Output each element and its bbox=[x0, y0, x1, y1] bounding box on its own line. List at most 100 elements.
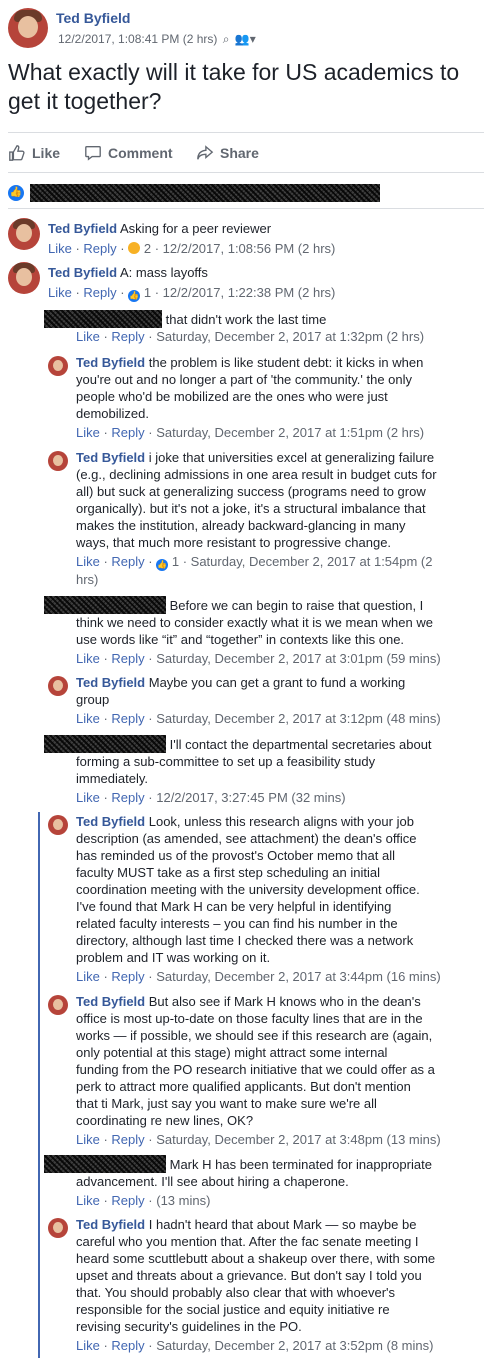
reply-like-link[interactable]: Like bbox=[76, 711, 100, 726]
reply-time[interactable]: Saturday, December 2, 2017 at 3:01pm (59… bbox=[156, 651, 440, 666]
replier-avatar[interactable] bbox=[48, 356, 68, 376]
reply-text-line: use words like “it” and “together” in co… bbox=[76, 632, 405, 647]
divider bbox=[8, 208, 484, 209]
reply-text-line: funding from the PO research initiative … bbox=[76, 1062, 435, 1077]
reply-reply-link[interactable]: Reply bbox=[111, 425, 144, 440]
reply-reply-link[interactable]: Reply bbox=[111, 1338, 144, 1353]
reply-time[interactable]: 12/2/2017, 3:27:45 PM (32 mins) bbox=[156, 790, 345, 805]
action-bar: Like Comment Share bbox=[8, 140, 484, 166]
reply-like-link[interactable]: Like bbox=[76, 790, 100, 805]
post-timestamp: 12/2/2017, 1:08:41 PM (2 hrs) ⌕ 👥▾ bbox=[56, 32, 256, 47]
comment-time[interactable]: 12/2/2017, 1:08:56 PM (2 hrs) bbox=[163, 241, 336, 256]
comment-like-link[interactable]: Like bbox=[48, 241, 72, 256]
reply-text-line: immediately. bbox=[76, 771, 149, 786]
reply-time[interactable]: Saturday, December 2, 2017 at 3:44pm (16… bbox=[156, 969, 440, 984]
redacted-author bbox=[44, 310, 162, 328]
reply-reply-link[interactable]: Reply bbox=[111, 1132, 144, 1147]
reply-like-link[interactable]: Like bbox=[76, 329, 100, 344]
comment: Ted Byfield Asking for a peer reviewer L… bbox=[8, 218, 484, 258]
reply-time[interactable]: Saturday, December 2, 2017 at 1:54pm (2 bbox=[191, 554, 433, 569]
reply-like-link[interactable]: Like bbox=[76, 425, 100, 440]
reply-like-link[interactable]: Like bbox=[76, 554, 100, 569]
reply-author[interactable]: Ted Byfield bbox=[76, 1217, 145, 1232]
reply-like-link[interactable]: Like bbox=[76, 1338, 100, 1353]
reply-reply-link[interactable]: Reply bbox=[111, 554, 144, 569]
reply-author[interactable]: Ted Byfield bbox=[76, 355, 145, 370]
share-button[interactable]: Share bbox=[196, 144, 259, 162]
reply-time[interactable]: Saturday, December 2, 2017 at 3:48pm (13… bbox=[156, 1132, 440, 1147]
like-reaction-icon: 👍 bbox=[156, 559, 169, 571]
reply-like-link[interactable]: Like bbox=[76, 1193, 100, 1208]
reply-author[interactable]: Ted Byfield bbox=[76, 994, 145, 1009]
reply-time[interactable]: Saturday, December 2, 2017 at 1:32pm (2 … bbox=[156, 329, 424, 344]
reply-time[interactable]: Saturday, December 2, 2017 at 1:51pm (2 … bbox=[156, 425, 424, 440]
comment-reply-link[interactable]: Reply bbox=[83, 241, 116, 256]
reaction-count[interactable]: 1 bbox=[172, 554, 179, 569]
reply-text-line: you're out and no longer a part of 'the … bbox=[76, 372, 413, 387]
reply-text: Mark H has been terminated for inappropr… bbox=[169, 1157, 432, 1172]
comment-text: Asking for a peer reviewer bbox=[120, 221, 272, 236]
reply-text: i joke that universities excel at genera… bbox=[148, 450, 435, 465]
reply-author[interactable]: Ted Byfield bbox=[76, 450, 145, 465]
comment: Ted Byfield A: mass layoffs Like · Reply… bbox=[8, 262, 484, 302]
thumbs-up-icon bbox=[9, 145, 25, 161]
reply-text-line: group bbox=[76, 692, 110, 707]
post-time[interactable]: 12/2/2017, 1:08:41 PM (2 hrs) bbox=[58, 32, 217, 46]
reply-reply-link[interactable]: Reply bbox=[111, 969, 144, 984]
like-reaction-icon: 👍 bbox=[8, 185, 24, 201]
post-author-name[interactable]: Ted Byfield bbox=[56, 10, 130, 26]
comment-author[interactable]: Ted Byfield bbox=[48, 265, 117, 280]
reactions-summary[interactable]: 👍 bbox=[8, 184, 380, 202]
reply-author[interactable]: Ted Byfield bbox=[76, 675, 145, 690]
replier-avatar[interactable] bbox=[48, 676, 68, 696]
author-avatar[interactable] bbox=[8, 8, 48, 48]
reaction-count[interactable]: 1 bbox=[144, 285, 151, 300]
replier-avatar[interactable] bbox=[48, 995, 68, 1015]
reply-text-line: forming a sub-committee to set up a feas… bbox=[76, 754, 376, 769]
comment-time[interactable]: 12/2/2017, 1:22:38 PM (2 hrs) bbox=[163, 285, 336, 300]
reply-text: Look, unless this research aligns with y… bbox=[148, 814, 414, 829]
comment-like-link[interactable]: Like bbox=[48, 285, 72, 300]
reply-reply-link[interactable]: Reply bbox=[111, 790, 144, 805]
replier-avatar[interactable] bbox=[48, 815, 68, 835]
reply-text-line: all) but suck at generalizing success (p… bbox=[76, 484, 426, 499]
reply-text-line: demobilized. bbox=[76, 406, 149, 421]
reply-text-line: (e.g., declining admissions in one area … bbox=[76, 467, 437, 482]
reply-reply-link[interactable]: Reply bbox=[111, 651, 144, 666]
audience-icon[interactable]: 👥▾ bbox=[235, 32, 256, 46]
reply-like-link[interactable]: Like bbox=[76, 651, 100, 666]
comment-author[interactable]: Ted Byfield bbox=[48, 221, 117, 236]
search-icon: ⌕ bbox=[222, 32, 230, 46]
comment-button[interactable]: Comment bbox=[84, 144, 173, 162]
reply-text-line: problem and IT was working on it. bbox=[76, 950, 271, 965]
divider bbox=[8, 172, 484, 173]
reply-time[interactable]: Saturday, December 2, 2017 at 3:52pm (8 … bbox=[156, 1338, 433, 1353]
replier-avatar[interactable] bbox=[48, 451, 68, 471]
reply-time[interactable]: Saturday, December 2, 2017 at 3:12pm (48… bbox=[156, 711, 440, 726]
replier-avatar[interactable] bbox=[48, 1218, 68, 1238]
reply-like-link[interactable]: Like bbox=[76, 969, 100, 984]
reply-text-line: has reminded us of the provost's October… bbox=[76, 848, 395, 863]
reply-text-line: coordination meeting with the university… bbox=[76, 882, 420, 897]
reply-like-link[interactable]: Like bbox=[76, 1132, 100, 1147]
reply-author[interactable]: Ted Byfield bbox=[76, 814, 145, 829]
thread-line bbox=[38, 812, 40, 1358]
reply-text-line: heard some scuttlebutt about a shakeup o… bbox=[76, 1251, 436, 1266]
reply-reply-link[interactable]: Reply bbox=[111, 329, 144, 344]
reply-reply-link[interactable]: Reply bbox=[111, 711, 144, 726]
reply-reply-link[interactable]: Reply bbox=[111, 1193, 144, 1208]
reply-text-line: description (as amended, see attachment)… bbox=[76, 831, 417, 846]
reaction-count[interactable]: 2 bbox=[144, 241, 151, 256]
commenter-avatar[interactable] bbox=[8, 262, 40, 294]
reply-text-line: related faculty interests – you can find… bbox=[76, 916, 398, 931]
reply-text: I'll contact the departmental secretarie… bbox=[169, 737, 432, 752]
redacted-names bbox=[30, 184, 380, 202]
reply-text: the problem is like student debt: it kic… bbox=[148, 355, 424, 370]
reply-text: I hadn't heard that about Mark — so mayb… bbox=[148, 1217, 417, 1232]
reply-time[interactable]: (13 mins) bbox=[156, 1193, 210, 1208]
reply-time-cont[interactable]: hrs) bbox=[76, 571, 484, 588]
like-button[interactable]: Like bbox=[8, 144, 60, 162]
commenter-avatar[interactable] bbox=[8, 218, 40, 250]
comment-reply-link[interactable]: Reply bbox=[83, 285, 116, 300]
redacted-author bbox=[44, 1155, 166, 1173]
